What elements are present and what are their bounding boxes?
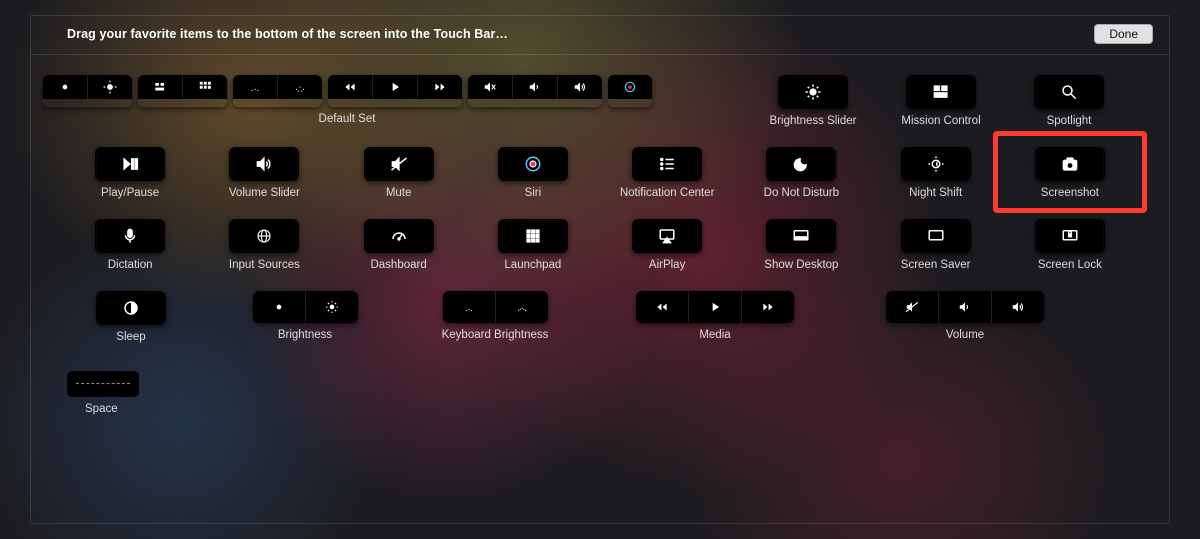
row-2: Play/Pause Volume Slider Mute Siri Notif…	[67, 147, 1133, 199]
kbd-brightness-down-icon	[443, 291, 496, 323]
play-pause-icon	[95, 147, 165, 181]
item-screen-saver[interactable]: Screen Saver	[873, 219, 999, 271]
item-night-shift[interactable]: Night Shift	[873, 147, 999, 199]
night-shift-icon	[901, 147, 971, 181]
do-not-disturb-icon	[766, 147, 836, 181]
row-5: Space	[67, 363, 1133, 415]
brightness-slider-icon	[778, 75, 848, 109]
item-do-not-disturb[interactable]: Do Not Disturb	[738, 147, 864, 199]
item-volume-slider[interactable]: Volume Slider	[201, 147, 327, 199]
item-brightness-group[interactable]: Brightness	[225, 291, 385, 341]
item-media-group[interactable]: Media	[605, 291, 825, 341]
item-screenshot[interactable]: Screenshot	[1007, 147, 1133, 199]
header: Drag your favorite items to the bottom o…	[31, 16, 1169, 55]
input-sources-icon	[229, 219, 299, 253]
media-rewind-icon	[636, 291, 689, 323]
volume-mute-icon	[886, 291, 939, 323]
item-mission-control[interactable]: Mission Control	[877, 75, 1005, 127]
touchbar-customize-panel: Drag your favorite items to the bottom o…	[30, 15, 1170, 524]
brightness-down-icon	[253, 291, 306, 323]
mute-icon	[364, 147, 434, 181]
item-siri[interactable]: Siri	[470, 147, 596, 199]
instruction-text: Drag your favorite items to the bottom o…	[67, 27, 508, 41]
volume-up-icon	[992, 291, 1044, 323]
item-play-pause[interactable]: Play/Pause	[67, 147, 193, 199]
space-icon	[67, 371, 139, 397]
item-space[interactable]: Space	[67, 363, 167, 415]
row-3: Dictation Input Sources Dashboard Launch…	[67, 219, 1133, 271]
screen-saver-icon	[901, 219, 971, 253]
item-notification-center[interactable]: Notification Center	[604, 147, 730, 199]
sleep-icon	[96, 291, 166, 325]
item-keyboard-brightness-group[interactable]: Keyboard Brightness	[415, 291, 575, 341]
brightness-up-icon	[306, 291, 358, 323]
row-1: Default Set Brightness Slider Mission Co…	[67, 75, 1133, 127]
item-brightness-slider[interactable]: Brightness Slider	[749, 75, 877, 127]
show-desktop-icon	[766, 219, 836, 253]
default-set-group[interactable]: Default Set	[67, 75, 627, 125]
launchpad-icon	[498, 219, 568, 253]
item-input-sources[interactable]: Input Sources	[201, 219, 327, 271]
default-set-label: Default Set	[319, 113, 376, 125]
media-play-icon	[689, 291, 742, 323]
siri-icon	[498, 147, 568, 181]
spotlight-icon	[1034, 75, 1104, 109]
airplay-icon	[632, 219, 702, 253]
item-dictation[interactable]: Dictation	[67, 219, 193, 271]
screen-lock-icon	[1035, 219, 1105, 253]
item-volume-group[interactable]: Volume	[855, 291, 1075, 341]
done-button[interactable]: Done	[1094, 24, 1153, 44]
volume-down-icon	[939, 291, 992, 323]
item-mute[interactable]: Mute	[336, 147, 462, 199]
item-screen-lock[interactable]: Screen Lock	[1007, 219, 1133, 271]
item-spotlight[interactable]: Spotlight	[1005, 75, 1133, 127]
media-forward-icon	[742, 291, 794, 323]
dictation-icon	[95, 219, 165, 253]
kbd-brightness-up-icon	[496, 291, 548, 323]
item-launchpad[interactable]: Launchpad	[470, 219, 596, 271]
volume-slider-icon	[229, 147, 299, 181]
dashboard-icon	[364, 219, 434, 253]
item-show-desktop[interactable]: Show Desktop	[738, 219, 864, 271]
row-4: Sleep Brightness Keyboard Brig	[67, 291, 1133, 343]
item-sleep[interactable]: Sleep	[67, 291, 195, 343]
notification-center-icon	[632, 147, 702, 181]
mission-control-icon	[906, 75, 976, 109]
screenshot-icon	[1035, 147, 1105, 181]
item-dashboard[interactable]: Dashboard	[336, 219, 462, 271]
item-airplay[interactable]: AirPlay	[604, 219, 730, 271]
